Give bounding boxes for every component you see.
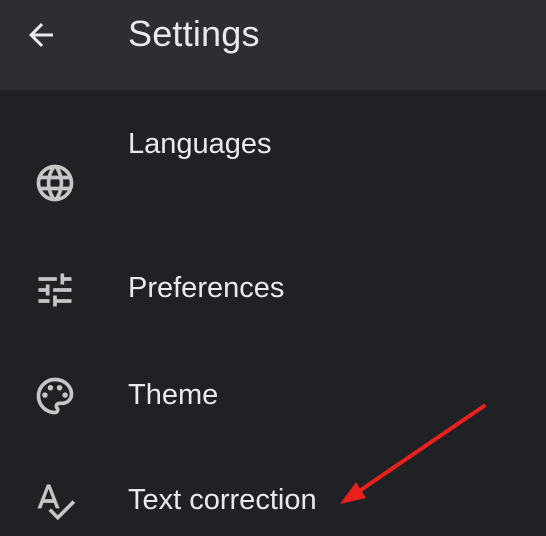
settings-item-label: Languages — [128, 128, 272, 160]
settings-item-label: Text correction — [128, 484, 317, 516]
arrow-back-icon — [29, 23, 53, 47]
settings-item-text-correction[interactable]: Text correction — [0, 460, 546, 536]
palette-icon — [32, 373, 78, 419]
spellcheck-icon — [32, 478, 78, 524]
page-title: Settings — [128, 13, 260, 54]
back-button[interactable] — [14, 8, 68, 62]
settings-item-label: Theme — [128, 379, 219, 411]
settings-item-preferences[interactable]: Preferences — [0, 250, 546, 330]
settings-item-languages[interactable]: Languages — [0, 110, 546, 230]
app-bar: Settings — [0, 0, 546, 90]
settings-list: Languages Preferences Theme Text correct… — [0, 90, 546, 536]
settings-item-theme[interactable]: Theme — [0, 355, 546, 435]
settings-item-label: Preferences — [128, 272, 285, 304]
settings-screen: Settings Languages Preferences Theme Tex… — [0, 0, 546, 536]
tune-icon — [32, 267, 78, 313]
globe-icon — [32, 160, 78, 206]
